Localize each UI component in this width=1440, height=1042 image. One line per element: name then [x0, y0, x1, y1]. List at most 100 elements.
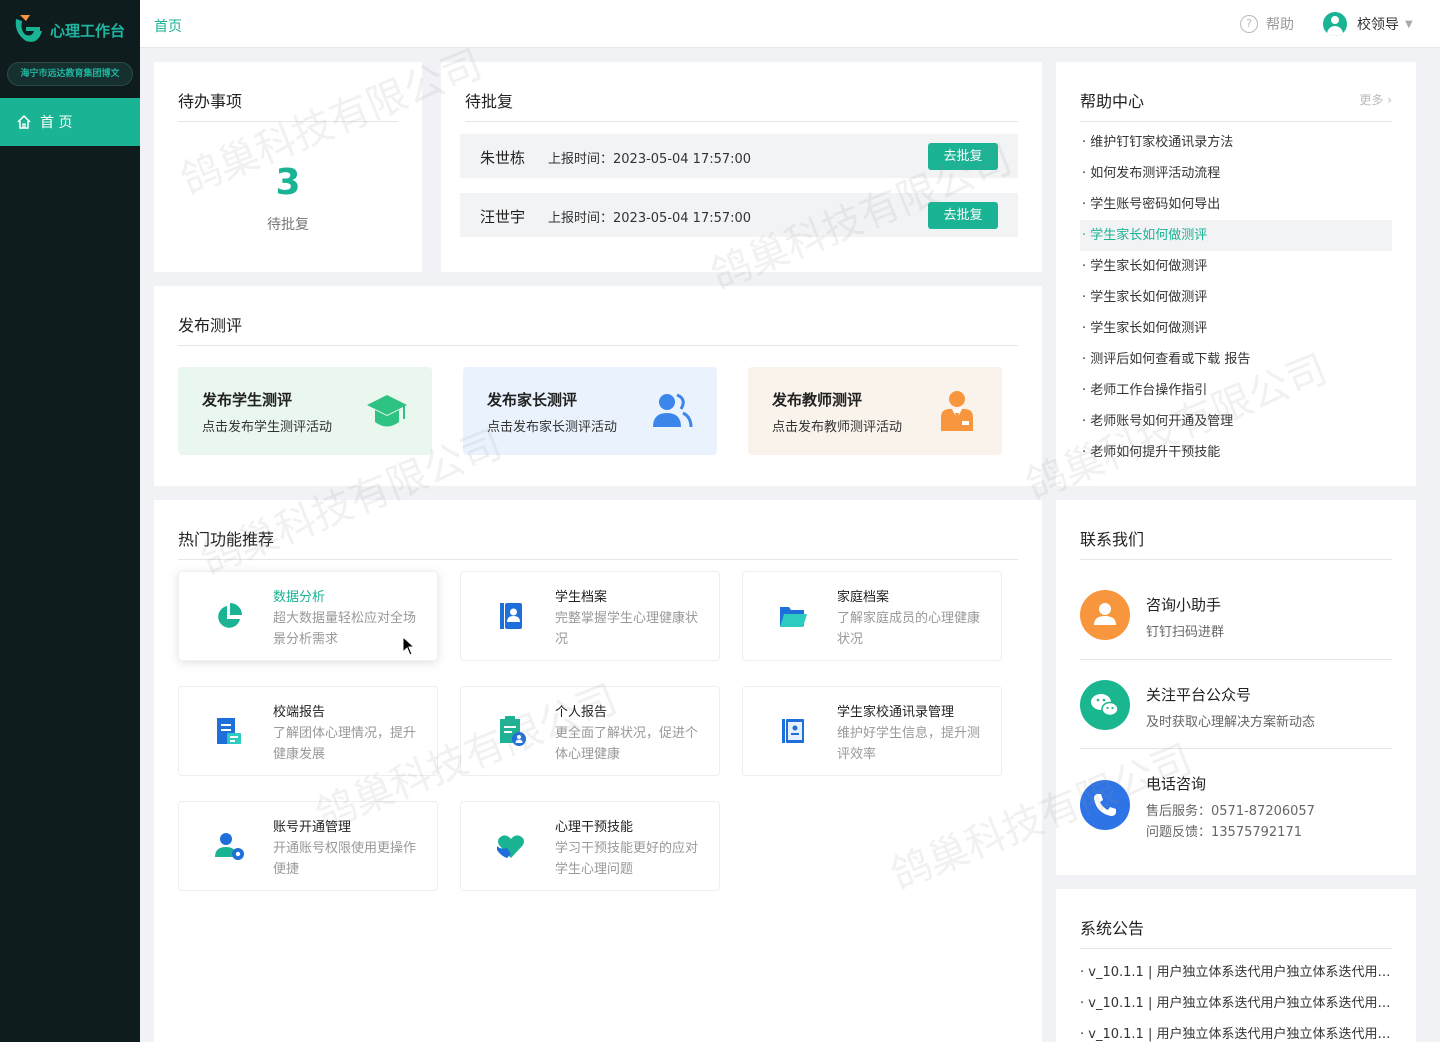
help-center-card: 帮助中心 更多 › · 维护钉钉家校通讯录方法 · 如何发布测评活动流程 · 学… — [1056, 62, 1416, 486]
feature-title: 个人报告 — [555, 705, 608, 720]
publish-tile-title: 发布学生测评 — [202, 391, 293, 409]
folder-icon — [780, 607, 807, 627]
user-menu[interactable]: 校领导 ▼ — [1323, 12, 1413, 36]
teacher-icon — [941, 391, 973, 431]
topbar: 首页 ? 帮助 校领导 ▼ — [140, 0, 1440, 48]
publish-card: 发布测评 发布学生测评 点击发布学生测评活动 发布家长测评 点击发布家长测评活动… — [154, 286, 1042, 486]
hot-title: 热门功能推荐 — [178, 530, 275, 549]
notice-item[interactable]: · v_10.1.1 | 用户独立体系迭代用户独立体系迭代用户独立体系迭代 — [1080, 1023, 1392, 1042]
logo-mark-icon — [10, 13, 46, 47]
feature-personal-report[interactable]: 个人报告 更全面了解状况，促进个体心理健康 — [460, 686, 720, 776]
contact-item-line: 钉钉扫码进群 — [1146, 625, 1225, 640]
mouse-cursor-icon — [402, 636, 416, 656]
publish-tile-desc: 点击发布教师测评活动 — [772, 420, 903, 435]
notice-card: 系统公告 · v_10.1.1 | 用户独立体系迭代用户独立体系迭代用户独立体系… — [1056, 889, 1416, 1042]
help-item[interactable]: · 学生账号密码如何导出 — [1080, 189, 1392, 220]
publish-tile-title: 发布家长测评 — [487, 391, 578, 409]
help-item[interactable]: · 学生家长如何做测评 — [1080, 313, 1392, 344]
help-item[interactable]: · 如何发布测评活动流程 — [1080, 158, 1392, 189]
help-item[interactable]: · 学生家长如何做测评 — [1080, 220, 1392, 251]
help-item[interactable]: · 学生家长如何做测评 — [1080, 251, 1392, 282]
contact-item-title: 咨询小助手 — [1146, 596, 1222, 614]
sidebar-item-home[interactable]: 首 页 — [0, 98, 140, 146]
user-settings-icon — [215, 833, 244, 860]
person-icon — [1080, 590, 1130, 640]
feature-title: 家庭档案 — [837, 590, 890, 605]
pending-name: 朱世栋 — [480, 149, 526, 167]
pending-row: 朱世栋 上报时间：2023-05-04 17:57:00 去批复 — [460, 134, 1018, 178]
feature-school-report[interactable]: 校端报告 了解团体心理情况，提升健康发展 — [178, 686, 438, 776]
user-name: 校领导 — [1357, 17, 1399, 33]
help-item[interactable]: · 老师账号如何开通及管理 — [1080, 406, 1392, 437]
pending-card: 待批复 朱世栋 上报时间：2023-05-04 17:57:00 去批复 汪世宇… — [441, 62, 1042, 272]
feature-title: 学生家校通讯录管理 — [837, 705, 955, 720]
avatar — [1323, 12, 1347, 36]
feature-desc: 开通账号权限使用更操作便捷 — [273, 841, 417, 877]
help-button[interactable]: ? 帮助 — [1240, 14, 1294, 34]
divider — [1080, 948, 1392, 949]
publish-tile-desc: 点击发布学生测评活动 — [202, 420, 333, 435]
contact-item-title: 电话咨询 — [1146, 775, 1207, 793]
todo-count-label: 待批复 — [267, 217, 309, 233]
sidebar: 心理工作台 海宁市远达教育集团博文 首 页 — [0, 0, 140, 1042]
help-label: 帮助 — [1266, 17, 1294, 33]
contact-item-title: 关注平台公众号 — [1146, 686, 1252, 704]
approve-button[interactable]: 去批复 — [928, 202, 998, 229]
todo-card: 待办事项 3 待批复 — [154, 62, 422, 272]
app-logo[interactable]: 心理工作台 — [0, 0, 140, 60]
feature-desc: 完整掌握学生心理健康状况 — [555, 611, 699, 647]
help-item[interactable]: · 学生家长如何做测评 — [1080, 282, 1392, 313]
publish-teacher-tile[interactable]: 发布教师测评 点击发布教师测评活动 — [748, 367, 1002, 455]
contact-title: 联系我们 — [1080, 530, 1145, 549]
divider — [465, 121, 1018, 122]
feature-desc: 了解家庭成员的心理健康状况 — [837, 611, 981, 647]
divider — [1080, 659, 1392, 660]
help-item[interactable]: · 老师如何提升干预技能 — [1080, 437, 1392, 468]
divider — [1080, 121, 1392, 122]
graduation-cap-icon — [367, 395, 407, 427]
contact-item-line: 问题反馈：13575792171 — [1146, 825, 1302, 840]
pie-chart-icon — [218, 603, 242, 628]
publish-student-tile[interactable]: 发布学生测评 点击发布学生测评活动 — [178, 367, 432, 455]
help-item[interactable]: · 维护钉钉家校通讯录方法 — [1080, 127, 1392, 158]
pending-time: 上报时间：2023-05-04 17:57:00 — [548, 152, 752, 167]
publish-parent-tile[interactable]: 发布家长测评 点击发布家长测评活动 — [463, 367, 717, 455]
feature-student-file[interactable]: 学生档案 完整掌握学生心理健康状况 — [460, 571, 720, 661]
contact-card: 联系我们 咨询小助手 钉钉扫码进群 关注平台公众号 及时获取心理解决方案新动态 … — [1056, 500, 1416, 875]
divider — [1080, 748, 1392, 749]
help-item[interactable]: · 老师工作台操作指引 — [1080, 375, 1392, 406]
help-item[interactable]: · 测评后如何查看或下载 报告 — [1080, 344, 1392, 375]
feature-title: 数据分析 — [273, 590, 326, 605]
hot-features-card: 热门功能推荐 数据分析 超大数据量轻松应对全场景分析需求 学生档案 完整掌握学生… — [154, 500, 1042, 1042]
todo-count[interactable]: 3 — [154, 162, 422, 203]
feature-title: 账号开通管理 — [273, 820, 352, 835]
more-label: 更多 — [1359, 93, 1384, 107]
feature-intervention-skills[interactable]: 心理干预技能 学习干预技能更好的应对学生心理问题 — [460, 801, 720, 891]
feature-account-management[interactable]: 账号开通管理 开通账号权限使用更操作便捷 — [178, 801, 438, 891]
org-badge[interactable]: 海宁市远达教育集团博文 — [7, 62, 133, 86]
heart-hands-icon — [497, 835, 524, 858]
feature-desc: 维护好学生信息，提升测评效率 — [837, 726, 981, 762]
contact-item-line: 及时获取心理解决方案新动态 — [1146, 715, 1316, 730]
feature-data-analysis[interactable]: 数据分析 超大数据量轻松应对全场景分析需求 — [178, 571, 438, 661]
divider — [178, 121, 398, 122]
feature-title: 校端报告 — [273, 705, 326, 720]
todo-title: 待办事项 — [178, 92, 243, 111]
breadcrumb[interactable]: 首页 — [154, 16, 182, 36]
feature-desc: 超大数据量轻松应对全场景分析需求 — [273, 611, 417, 647]
feature-desc: 了解团体心理情况，提升健康发展 — [273, 726, 417, 762]
student-file-icon — [500, 603, 522, 629]
parents-icon — [653, 393, 693, 428]
notice-item[interactable]: · v_10.1.1 | 用户独立体系迭代用户独立体系迭代用户独立体系迭代 — [1080, 992, 1392, 1011]
sidebar-item-label: 首 页 — [40, 115, 73, 131]
publish-tile-title: 发布教师测评 — [772, 391, 863, 409]
pending-title: 待批复 — [465, 92, 514, 111]
more-link[interactable]: 更多 › — [1359, 91, 1392, 108]
pending-name: 汪世宇 — [480, 208, 526, 226]
feature-family-file[interactable]: 家庭档案 了解家庭成员的心理健康状况 — [742, 571, 1002, 661]
feature-contacts-management[interactable]: 学生家校通讯录管理 维护好学生信息，提升测评效率 — [742, 686, 1002, 776]
pending-time: 上报时间：2023-05-04 17:57:00 — [548, 211, 752, 226]
notice-item[interactable]: · v_10.1.1 | 用户独立体系迭代用户独立体系迭代用户独立体系迭代 — [1080, 961, 1392, 980]
notice-title: 系统公告 — [1080, 919, 1145, 938]
approve-button[interactable]: 去批复 — [928, 143, 998, 170]
